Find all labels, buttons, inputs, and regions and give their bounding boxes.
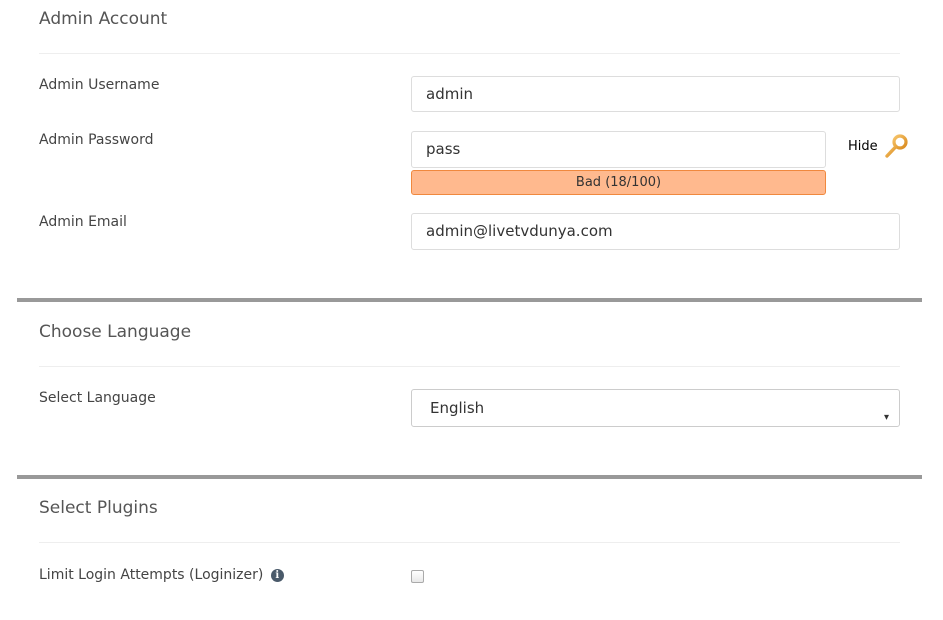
chevron-down-icon: ▾ [883,412,889,423]
plugin-checkbox-loginizer[interactable] [411,570,424,583]
admin-password-label: Admin Password [39,132,154,148]
plugin-item: Limit Login Attempts (Loginizer) i [39,567,284,583]
hide-password-toggle[interactable]: Hide [848,139,878,154]
section-divider [39,542,900,543]
key-icon[interactable] [883,134,909,164]
choose-language-heading: Choose Language [39,322,192,342]
info-icon[interactable]: i [270,568,284,582]
admin-username-input[interactable]: admin [411,76,900,112]
admin-password-value: pass [426,140,461,158]
language-select-value: English [430,399,485,417]
select-plugins-heading: Select Plugins [39,498,158,518]
select-language-label: Select Language [39,390,156,406]
section-divider [39,53,900,54]
section-separator [17,298,922,302]
admin-email-value: admin@livetvdunya.com [426,222,613,240]
section-separator [17,475,922,479]
language-select[interactable]: English ▾ [411,389,900,427]
admin-username-value: admin [426,85,473,103]
admin-email-label: Admin Email [39,214,127,230]
admin-email-input[interactable]: admin@livetvdunya.com [411,213,900,250]
admin-account-heading: Admin Account [39,9,168,29]
admin-password-input[interactable]: pass [411,131,826,168]
password-strength-meter: Bad (18/100) [411,170,826,195]
section-divider [39,366,900,367]
plugin-label: Limit Login Attempts (Loginizer) [39,567,264,583]
admin-username-label: Admin Username [39,77,160,93]
